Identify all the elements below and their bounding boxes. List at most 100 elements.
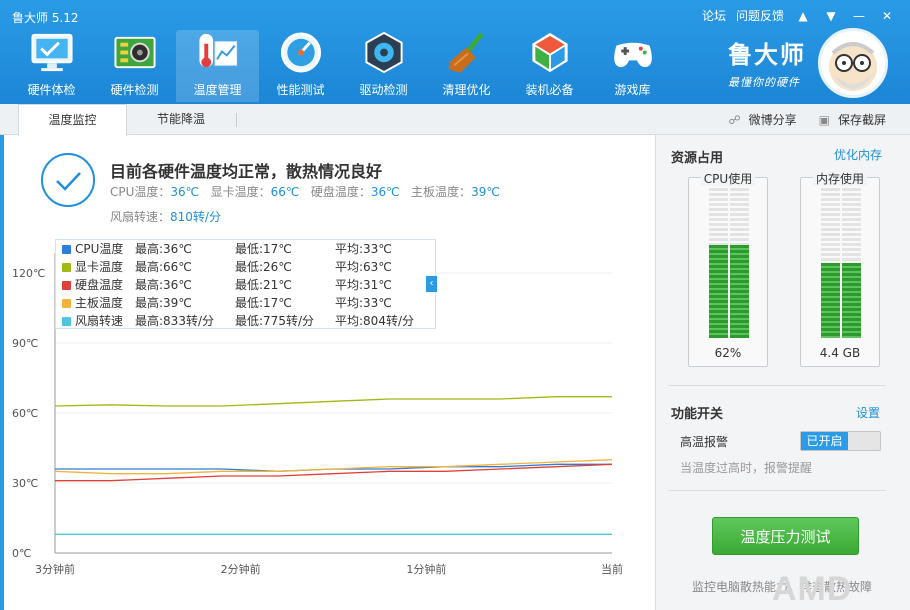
nav-label: 硬件检测 <box>110 83 159 97</box>
memory-usage-value: 4.4 GB <box>819 346 861 360</box>
check-circle-icon <box>41 153 95 207</box>
legend-row: 风扇转速 最高:833转/分 最低:775转/分 平均:804转/分 <box>62 312 432 330</box>
feedback-link[interactable]: 问题反馈 <box>736 7 784 24</box>
legend-row: 显卡温度 最高:66℃ 最低:26℃ 平均:63℃ <box>62 258 432 276</box>
y-tick-label: 60℃ <box>12 407 38 420</box>
cpu-temp-value: 36℃ <box>170 185 200 199</box>
weibo-share-button[interactable]: ☍ 微博分享 <box>728 111 796 128</box>
legend-swatch <box>62 245 71 254</box>
x-tick-label: 2分钟前 <box>221 562 261 576</box>
alarm-description: 当温度过高时，报警提醒 <box>680 461 813 475</box>
memory-usage-gauge: 内存使用 4.4 GB <box>800 172 880 367</box>
amd-watermark: AMD <box>772 570 853 608</box>
high-temp-alarm-toggle[interactable]: 已开启 <box>800 431 881 451</box>
divider <box>668 385 886 386</box>
nav-cleanup[interactable]: 清理优化 <box>425 30 508 102</box>
header: 鲁大师 5.12 论坛 问题反馈 ▲ ▼ — ✕ 硬件体检 硬件检测 温度管理 … <box>0 0 910 104</box>
speedometer-icon <box>280 32 321 73</box>
legend-row: 硬盘温度 最高:36℃ 最低:21℃ 平均:31℃ <box>62 276 432 294</box>
top-links: 论坛 问题反馈 ▲ ▼ — ✕ <box>702 7 896 24</box>
install-cube-icon <box>531 32 568 73</box>
y-tick-label: 120℃ <box>12 267 45 280</box>
series-line <box>54 396 612 407</box>
cpu-usage-fill <box>709 245 749 338</box>
brand: 鲁大师 最懂你的硬件 <box>728 35 806 90</box>
brand-name: 鲁大师 <box>728 41 806 69</box>
nav-hardware-detect[interactable]: 硬件检测 <box>93 30 176 102</box>
y-tick-label: 0℃ <box>12 547 31 560</box>
nav-label: 温度管理 <box>193 83 242 97</box>
cpu-usage-bar <box>709 188 749 338</box>
app-title: 鲁大师 5.12 <box>12 11 79 25</box>
nav-performance[interactable]: 性能测试 <box>259 30 342 102</box>
board-temp-value: 39℃ <box>471 185 500 199</box>
nav-temperature[interactable]: 温度管理 <box>176 30 259 102</box>
nav-label: 清理优化 <box>442 83 491 97</box>
nav-hardware-checkup[interactable]: 硬件体检 <box>10 30 93 102</box>
legend-swatch <box>62 263 71 272</box>
high-temp-alarm-label: 高温报警 <box>680 435 729 449</box>
cpu-usage-gauge: CPU使用 62% <box>688 172 768 367</box>
nav-install[interactable]: 装机必备 <box>508 30 591 102</box>
main-nav: 硬件体检 硬件检测 温度管理 性能测试 驱动检测 清理优化 装机必备 游戏库 <box>10 30 674 102</box>
brand-slogan: 最懂你的硬件 <box>728 76 800 89</box>
skin-icon[interactable]: ▲ <box>794 9 812 23</box>
right-panel: 资源占用 优化内存 CPU使用 62% 内存使用 4.4 GB 功能开关 设置 … <box>655 135 910 610</box>
tab-temperature-monitor[interactable]: 温度监控 <box>18 104 127 136</box>
settings-link[interactable]: 设置 <box>856 404 880 421</box>
x-tick-label: 1分钟前 <box>406 562 446 576</box>
toggle-state: 已开启 <box>801 432 848 450</box>
minimize-icon[interactable]: — <box>850 9 868 23</box>
nav-label: 硬件体检 <box>27 83 76 97</box>
nav-label: 装机必备 <box>525 83 574 97</box>
memory-usage-bar <box>821 188 861 338</box>
disk-temp-value: 36℃ <box>370 185 400 199</box>
driver-gear-icon <box>364 31 403 74</box>
status-title: 目前各硬件温度均正常，散热情况良好 <box>110 162 383 181</box>
sub-actions: ☍ 微博分享 ▣ 保存截屏 <box>728 104 886 135</box>
legend-collapse-button[interactable]: ‹ <box>426 276 437 292</box>
series-line <box>54 459 613 475</box>
nav-driver[interactable]: 驱动检测 <box>342 30 425 102</box>
close-icon[interactable]: ✕ <box>878 9 896 23</box>
cpu-usage-value: 62% <box>714 346 742 360</box>
series-line <box>55 463 613 482</box>
menu-icon[interactable]: ▼ <box>822 9 840 23</box>
nav-label: 游戏库 <box>614 83 651 97</box>
circuit-board-icon <box>113 36 156 69</box>
sub-tabbar: 温度监控 节能降温 ☍ 微博分享 ▣ 保存截屏 <box>0 104 910 136</box>
divider <box>668 490 886 491</box>
forum-link[interactable]: 论坛 <box>702 7 726 24</box>
legend-swatch <box>62 281 71 290</box>
gamepad-icon <box>613 42 652 68</box>
y-tick-label: 30℃ <box>12 477 38 490</box>
fan-speed-value: 810转/分 <box>170 210 221 224</box>
cpu-usage-label: CPU使用 <box>700 172 756 186</box>
gpu-temp-value: 66℃ <box>270 185 300 199</box>
tab-separator <box>236 113 237 127</box>
monitor-check-icon <box>30 33 73 72</box>
legend-swatch <box>62 317 71 326</box>
temperature-summary: CPU温度：36℃ 显卡温度：66℃ 硬盘温度：36℃ 主板温度：39℃ 风扇转… <box>110 185 500 224</box>
broom-icon <box>447 32 484 74</box>
nav-label: 驱动检测 <box>359 83 408 97</box>
legend-row: CPU温度 最高:36℃ 最低:17℃ 平均:33℃ <box>62 240 432 258</box>
optimize-memory-link[interactable]: 优化内存 <box>834 146 882 163</box>
weibo-icon: ☍ <box>728 113 741 127</box>
stress-test-button[interactable]: 温度压力测试 <box>712 517 859 555</box>
y-tick-label: 90℃ <box>12 337 38 350</box>
save-screenshot-button[interactable]: ▣ 保存截屏 <box>819 111 886 128</box>
chart-legend: CPU温度 最高:36℃ 最低:17℃ 平均:33℃ 显卡温度 最高:66℃ 最低:26℃… <box>55 239 436 329</box>
memory-usage-label: 内存使用 <box>812 172 867 186</box>
thermometer-icon <box>198 33 237 68</box>
legend-swatch <box>62 299 71 308</box>
x-tick-label: 当前 <box>601 562 623 576</box>
memory-usage-fill <box>821 263 861 338</box>
app-window: 鲁大师 5.12 论坛 问题反馈 ▲ ▼ — ✕ 硬件体检 硬件检测 温度管理 … <box>0 0 910 610</box>
legend-row: 主板温度 最高:39℃ 最低:17℃ 平均:33℃ <box>62 294 432 312</box>
resources-title: 资源占用 <box>671 151 724 166</box>
tab-energy-cooling[interactable]: 节能降温 <box>127 104 235 135</box>
nav-games[interactable]: 游戏库 <box>591 30 674 102</box>
x-tick-label: 3分钟前 <box>35 562 75 576</box>
camera-icon: ▣ <box>818 113 830 127</box>
